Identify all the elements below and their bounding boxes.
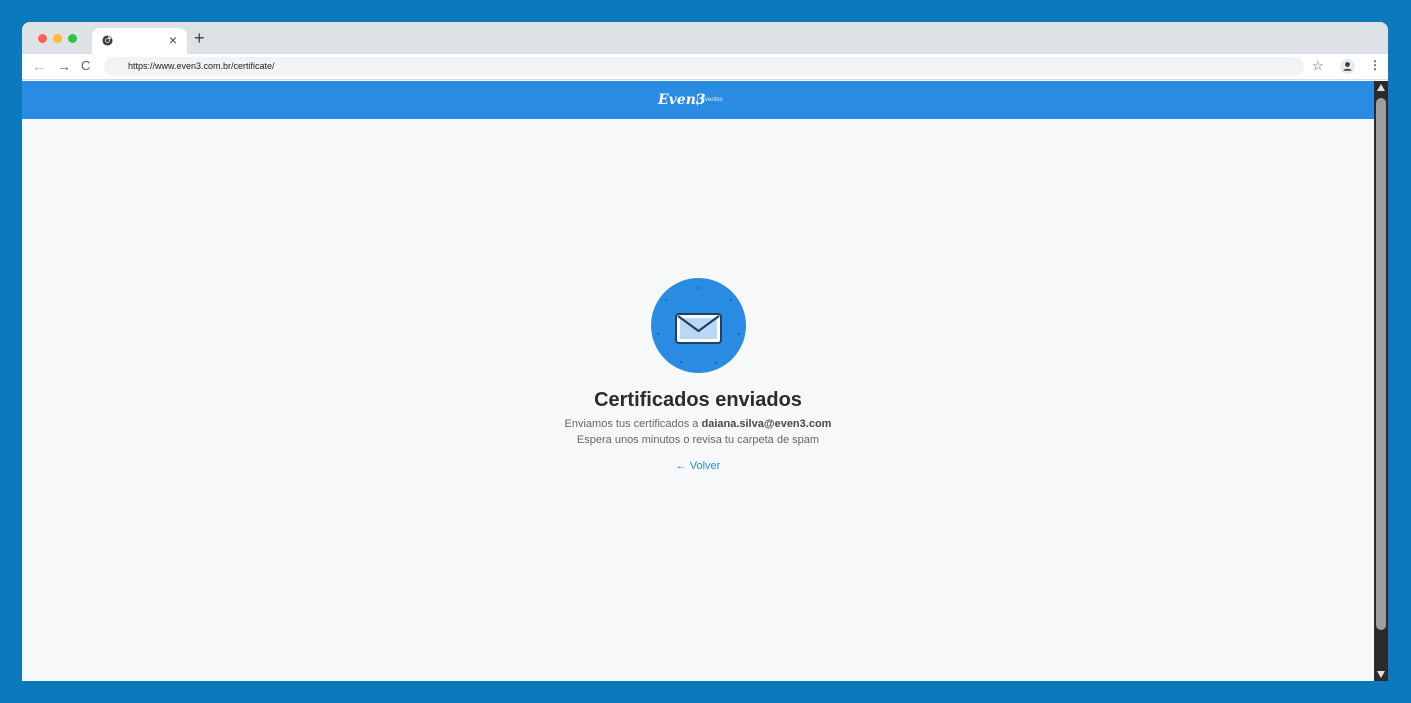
vertical-scrollbar[interactable] [1374, 81, 1388, 681]
browser-window: × + ← → C https://www.even3.com.br/certi… [22, 22, 1388, 681]
new-tab-button[interactable]: + [194, 29, 205, 47]
back-arrow-icon[interactable]: ← [32, 58, 46, 74]
site-header: Even3 Eventos [22, 81, 1374, 119]
sent-message: Enviamos tus certificados a daiana.silva… [398, 416, 998, 432]
reload-icon[interactable]: C [81, 58, 90, 74]
close-window-button[interactable] [38, 34, 47, 43]
logo-divider [697, 94, 698, 106]
sent-message-prefix: Enviamos tus certificados a [564, 418, 702, 430]
scroll-down-arrow-icon[interactable] [1377, 671, 1385, 678]
tab-close-icon[interactable]: × [169, 33, 177, 47]
kebab-menu-icon[interactable]: ⋮ [1369, 58, 1381, 72]
url-input[interactable]: https://www.even3.com.br/certificate/ [104, 57, 1304, 76]
logo-subtitle: Eventos [701, 97, 723, 103]
scroll-up-arrow-icon[interactable] [1377, 84, 1385, 91]
profile-icon[interactable] [1340, 59, 1355, 74]
envelope-icon [651, 278, 746, 373]
minimize-window-button[interactable] [53, 34, 62, 43]
back-link[interactable]: ← Volver [648, 458, 748, 474]
page-title: Certificados enviados [594, 389, 802, 411]
spam-hint: Espera unos minutos o revisa tu carpeta … [576, 434, 820, 446]
person-icon [1343, 62, 1352, 71]
browser-tab[interactable]: × [92, 28, 187, 54]
address-bar: ← → C https://www.even3.com.br/certifica… [22, 54, 1388, 80]
url-text: https://www.even3.com.br/certificate/ [128, 61, 275, 71]
page-content: Even3 Eventos Certificados enviados Envi… [22, 81, 1374, 681]
scroll-thumb[interactable] [1376, 98, 1386, 630]
forward-arrow-icon[interactable]: → [57, 58, 71, 74]
even3-logo[interactable]: Even3 [658, 91, 706, 109]
recipient-email: daiana.silva@even3.com [701, 418, 832, 430]
maximize-window-button[interactable] [68, 34, 77, 43]
tab-bar: × + [22, 22, 1388, 54]
bookmark-star-icon[interactable]: ☆ [1312, 58, 1324, 73]
chrome-logo-icon [102, 35, 113, 46]
